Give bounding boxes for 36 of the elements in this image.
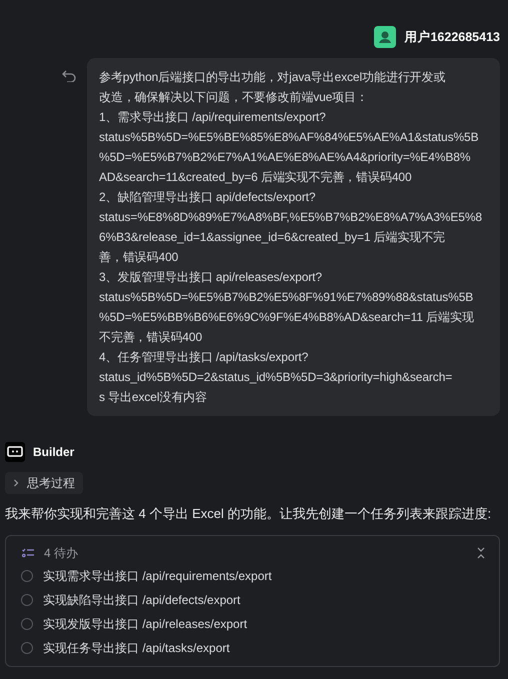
message-line: %5D=%E5%B7%B2%E7%A1%AE%E8%AE%A4&priority=%E4%B8% (99, 149, 472, 166)
message-line: status%5B%5D=%E5%B7%B2%E5%8F%91%E7%89%88&status%5B (99, 289, 474, 306)
user-avatar (374, 26, 396, 48)
todo-checkbox[interactable] (21, 618, 33, 630)
todo-item: 实现缺陷导出接口 /api/defects/export (43, 592, 240, 609)
message-line: s 导出excel没有内容 (99, 389, 208, 406)
todo-count: 4 待办 (44, 545, 78, 562)
reply-text: 我来帮你实现和完善这 4 个导出 Excel 的功能。让我先创建一个任务列表来跟踪进度: (5, 505, 492, 523)
message-line: status_id%5B%5D=2&status_id%5B%5D=3&priority=high&search= (99, 369, 454, 386)
message-line: AD&search=11&created_by=6 后端实现不完善，错误码400 (99, 169, 413, 186)
todo-item: 实现需求导出接口 /api/requirements/export (43, 568, 272, 585)
message-line: %5D=%E5%BB%B6%E6%9C%9F%E4%B8%AD&search=11 后端实现 (99, 309, 475, 326)
todo-item: 实现发版导出接口 /api/releases/export (43, 616, 248, 633)
todo-checkbox[interactable] (21, 594, 33, 606)
message-line: 4、任务管理导出接口 /api/tasks/export? (99, 349, 310, 366)
todo-checkbox[interactable] (21, 570, 33, 582)
message-line: status%5B%5D=%E5%BE%85%E8%AF%84%E5%AE%A1&status%5B (99, 129, 480, 146)
message-line: 不完善，错误码400 (99, 329, 204, 346)
message-line: 1、需求导出接口 /api/requirements/export? (99, 109, 327, 126)
thinking-toggle[interactable]: 思考过程 (5, 472, 83, 494)
message-line: 参考python后端接口的导出功能，对java导出excel功能进行开发或 (99, 69, 446, 86)
todo-checkbox[interactable] (21, 642, 33, 654)
assistant-name: Builder (33, 444, 74, 461)
undo-icon[interactable] (62, 70, 76, 82)
message-line: status=%E8%8D%89%E7%A8%BF,%E5%B7%B2%E8%A7%A3%E5%8 (99, 209, 483, 226)
message-line: 6%B3&release_id=1&assignee_id=6&created_by=1 后端实现不完 (99, 229, 446, 246)
checklist-icon (22, 548, 34, 558)
message-line: 3、发版管理导出接口 api/releases/export? (99, 269, 323, 286)
collapse-icon[interactable] (477, 547, 485, 559)
message-line: 2、缺陷管理导出接口 api/defects/export? (99, 189, 316, 206)
todo-item: 实现任务导出接口 /api/tasks/export (43, 640, 230, 657)
message-line: 改造，确保解决以下问题，不要修改前端vue项目： (99, 89, 369, 106)
chevron-icon (13, 479, 19, 487)
user-name: 用户1622685413 (404, 28, 500, 46)
bot-icon (5, 442, 25, 462)
message-line: 善，错误码400 (99, 249, 180, 266)
